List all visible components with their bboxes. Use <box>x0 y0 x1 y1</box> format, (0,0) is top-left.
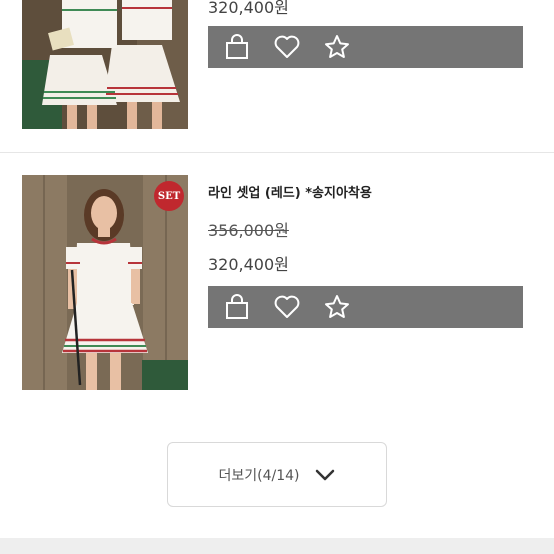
product-action-bar <box>208 286 523 328</box>
heart-icon <box>274 295 300 318</box>
product-card-2: SET 라인 셋업 (레드) *송지아착용 356,000원 320,400원 <box>0 153 554 413</box>
product-sale-price: 320,400원 <box>208 255 289 274</box>
load-more-button[interactable]: 더보기(4/14) <box>167 442 387 507</box>
shopping-bag-icon <box>226 34 248 59</box>
product-action-bar <box>208 26 523 68</box>
product-photo-1 <box>22 0 188 129</box>
footer-band <box>0 538 554 554</box>
shopping-bag-icon <box>226 294 248 319</box>
product-image-1[interactable] <box>22 0 188 129</box>
product-name[interactable]: 라인 셋업 (레드) *송지아착용 <box>208 182 372 201</box>
product-sale-price: 320,400원 <box>208 0 289 17</box>
star-icon <box>325 295 349 318</box>
favorite-button[interactable] <box>322 32 352 62</box>
product-original-price: 356,000원 <box>208 221 289 240</box>
star-icon <box>325 35 349 58</box>
add-to-cart-button[interactable] <box>222 32 252 62</box>
chevron-down-icon <box>315 469 334 480</box>
favorite-button[interactable] <box>322 292 352 322</box>
load-more-label: 더보기(4/14) <box>218 467 300 484</box>
wishlist-button[interactable] <box>272 32 302 62</box>
wishlist-button[interactable] <box>272 292 302 322</box>
add-to-cart-button[interactable] <box>222 292 252 322</box>
heart-icon <box>274 35 300 58</box>
product-card-1: 320,400원 <box>0 0 554 152</box>
product-image-2[interactable]: SET <box>22 175 188 390</box>
set-badge: SET <box>154 181 184 211</box>
